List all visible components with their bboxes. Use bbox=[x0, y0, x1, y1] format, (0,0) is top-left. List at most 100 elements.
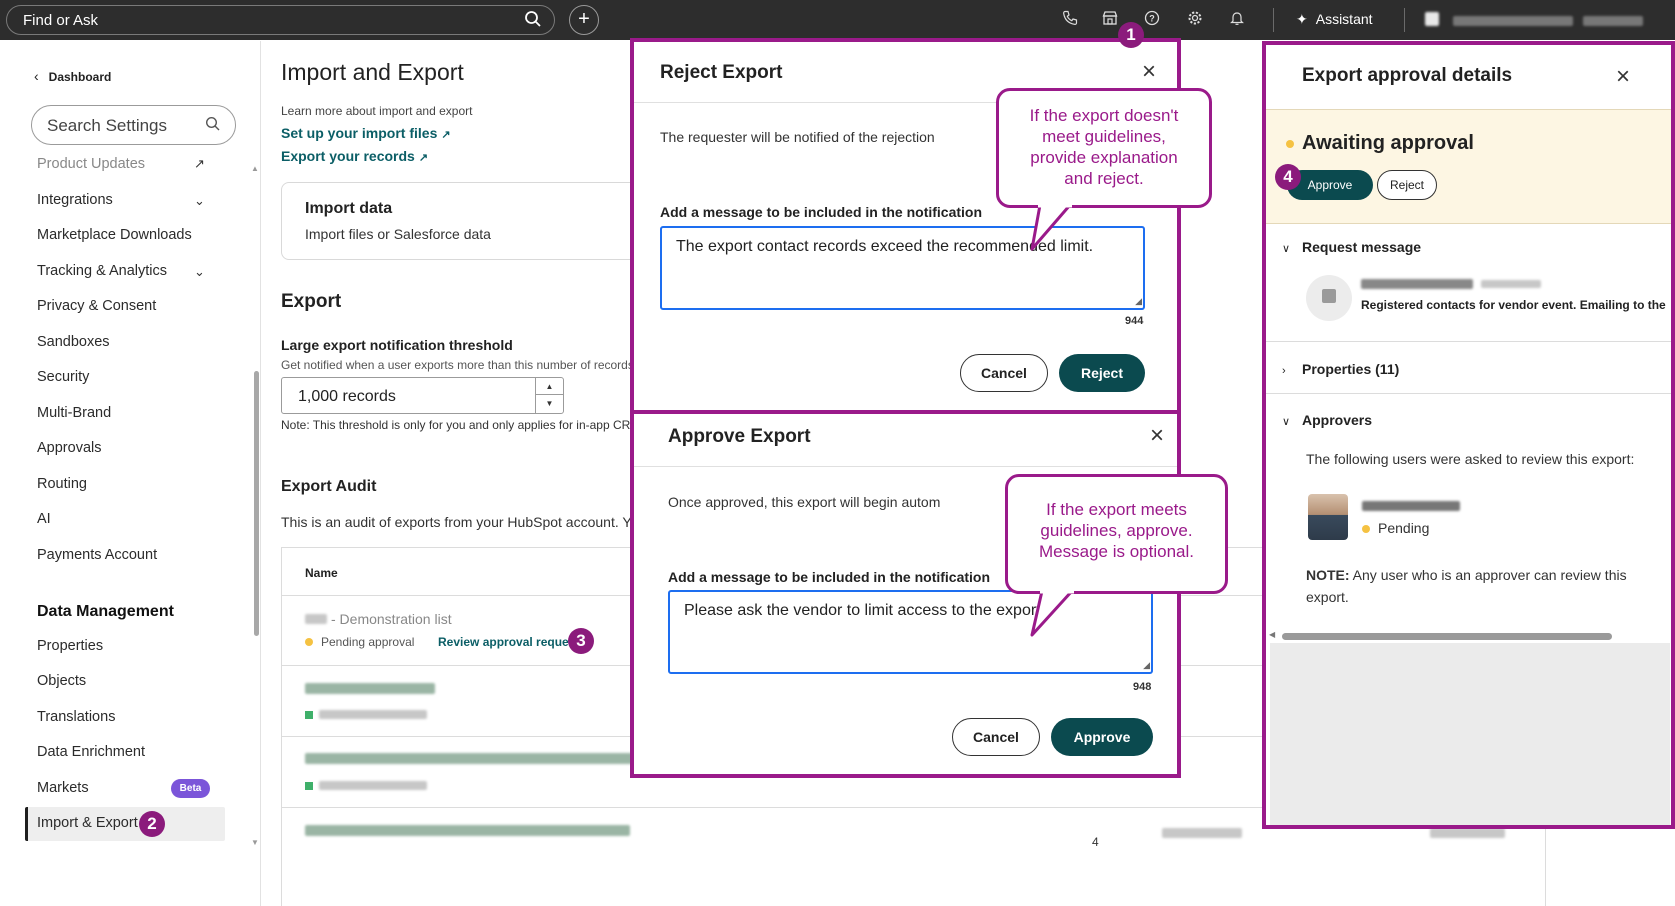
step-badge-2: 2 bbox=[139, 811, 165, 837]
export-records-link[interactable]: Export your records ↗ bbox=[281, 148, 428, 164]
topbar-divider bbox=[1404, 8, 1405, 32]
export-audit-description: This is an audit of exports from your Hu… bbox=[281, 514, 646, 530]
export-records-label: Export your records bbox=[281, 148, 415, 164]
sidebar-item-import-export[interactable]: Import & Export bbox=[37, 815, 138, 831]
sidebar-item-payments-account[interactable]: Payments Account bbox=[37, 547, 157, 563]
chevron-down-icon: ∨ bbox=[1282, 243, 1291, 255]
bell-icon[interactable] bbox=[1227, 10, 1247, 30]
reject-button[interactable]: Reject bbox=[1377, 170, 1437, 200]
settings-nav-list: Product Updates ↗ Integrations ⌄ Marketp… bbox=[6, 151, 246, 906]
sidebar-item-ai[interactable]: AI bbox=[37, 511, 51, 527]
help-icon[interactable]: ? bbox=[1142, 10, 1162, 30]
sidebar-item-objects[interactable]: Objects bbox=[37, 673, 86, 689]
settings-search-placeholder: Search Settings bbox=[47, 116, 168, 135]
threshold-help: Get notified when a user exports more th… bbox=[281, 358, 634, 372]
settings-search-input[interactable]: Search Settings bbox=[31, 105, 236, 145]
sidebar-section-data-management: Data Management bbox=[37, 603, 174, 620]
status-dot bbox=[1362, 525, 1370, 533]
create-new-button[interactable]: + bbox=[569, 5, 599, 35]
step-badge-3: 3 bbox=[568, 628, 594, 654]
reject-confirm-button[interactable]: Reject bbox=[1059, 354, 1145, 392]
sidebar-item-translations[interactable]: Translations bbox=[37, 709, 115, 725]
approve-confirm-button[interactable]: Approve bbox=[1051, 718, 1153, 756]
phone-icon[interactable] bbox=[1060, 10, 1080, 30]
threshold-stepper[interactable]: ▲ ▼ bbox=[535, 378, 563, 413]
close-icon[interactable]: × bbox=[1142, 60, 1156, 84]
assistant-button[interactable]: ✦ Assistant bbox=[1296, 11, 1373, 28]
topbar-divider bbox=[1273, 8, 1274, 32]
sidebar-scrollbar[interactable] bbox=[254, 371, 259, 636]
approve-message-textarea[interactable]: Please ask the vendor to limit access to… bbox=[668, 590, 1153, 674]
sidebar-item-approvals[interactable]: Approvals bbox=[37, 440, 101, 456]
reject-cancel-button[interactable]: Cancel bbox=[960, 354, 1048, 392]
modal-divider bbox=[634, 466, 1177, 467]
reject-guidance-callout: If the export doesn't meet guidelines, p… bbox=[996, 88, 1212, 208]
column-header-name[interactable]: Name bbox=[305, 566, 338, 580]
horizontal-scrollbar[interactable] bbox=[1282, 633, 1612, 640]
approve-modal-title: Approve Export bbox=[668, 426, 811, 447]
sidebar-item-integrations[interactable]: Integrations bbox=[37, 192, 113, 208]
beta-badge: Beta bbox=[171, 779, 210, 798]
chevron-down-icon[interactable]: ⌄ bbox=[194, 264, 205, 280]
account-avatar bbox=[1425, 12, 1439, 26]
request-message-label: Request message bbox=[1302, 239, 1422, 255]
external-link-icon: ↗ bbox=[441, 129, 451, 141]
scroll-down-arrow[interactable]: ▼ bbox=[251, 838, 259, 847]
redacted-approver-name bbox=[1362, 501, 1460, 511]
threshold-input[interactable]: 1,000 records ▲ ▼ bbox=[281, 377, 564, 414]
properties-accordion[interactable]: › Properties (11) bbox=[1282, 361, 1399, 377]
sidebar-item-security[interactable]: Security bbox=[37, 369, 89, 385]
approve-guidance-callout: If the export meets guidelines, approve.… bbox=[1005, 474, 1228, 594]
approvers-accordion[interactable]: ∨ Approvers bbox=[1282, 412, 1372, 428]
approver-status-text: Pending bbox=[1378, 520, 1430, 536]
records-count: 4 bbox=[1092, 835, 1099, 849]
close-icon[interactable]: × bbox=[1616, 63, 1630, 91]
plus-icon: + bbox=[578, 8, 590, 30]
redacted-text bbox=[319, 781, 427, 790]
settings-icon[interactable] bbox=[1185, 10, 1205, 30]
sidebar-item-product-updates[interactable]: Product Updates bbox=[37, 156, 145, 172]
close-icon[interactable]: × bbox=[1150, 424, 1164, 448]
resize-handle-icon[interactable]: ◢ bbox=[1135, 296, 1142, 307]
threshold-value: 1,000 records bbox=[298, 388, 396, 405]
sidebar-item-multi-brand[interactable]: Multi-Brand bbox=[37, 405, 111, 421]
assistant-label: Assistant bbox=[1315, 11, 1373, 27]
resize-handle-icon[interactable]: ◢ bbox=[1143, 660, 1150, 671]
sidebar-item-privacy-consent[interactable]: Privacy & Consent bbox=[37, 298, 156, 314]
scroll-left-arrow[interactable]: ◀ bbox=[1269, 630, 1275, 639]
review-approval-request-link[interactable]: Review approval request bbox=[438, 635, 579, 649]
chevron-down-icon[interactable]: ▼ bbox=[536, 395, 563, 412]
import-card-title: Import data bbox=[305, 200, 393, 217]
learn-more-text: Learn more about import and export bbox=[281, 104, 473, 118]
sidebar-item-properties[interactable]: Properties bbox=[37, 638, 103, 654]
reject-char-count: 944 bbox=[1125, 315, 1144, 327]
chevron-up-icon[interactable]: ▲ bbox=[536, 378, 563, 395]
sidebar-item-sandboxes[interactable]: Sandboxes bbox=[37, 334, 110, 350]
redacted-text bbox=[1162, 828, 1242, 838]
search-icon[interactable] bbox=[524, 10, 542, 32]
panel-overlay-area bbox=[1270, 643, 1670, 825]
sidebar-item-routing[interactable]: Routing bbox=[37, 476, 87, 492]
back-to-dashboard-link[interactable]: ‹ Dashboard bbox=[34, 68, 111, 84]
approve-cancel-button[interactable]: Cancel bbox=[952, 718, 1040, 756]
account-menu[interactable] bbox=[1425, 12, 1675, 28]
redacted-date bbox=[1481, 280, 1541, 288]
step-badge-1: 1 bbox=[1118, 22, 1144, 48]
chevron-down-icon[interactable]: ⌄ bbox=[194, 193, 205, 209]
status-square bbox=[305, 782, 313, 791]
sidebar-item-marketplace-downloads[interactable]: Marketplace Downloads bbox=[37, 227, 192, 243]
scroll-up-arrow[interactable]: ▲ bbox=[251, 164, 259, 173]
status-dot bbox=[305, 638, 313, 646]
sidebar-item-tracking-analytics[interactable]: Tracking & Analytics bbox=[37, 263, 167, 279]
setup-import-files-link[interactable]: Set up your import files ↗ bbox=[281, 125, 451, 141]
svg-text:?: ? bbox=[1149, 14, 1155, 24]
sidebar-item-data-enrichment[interactable]: Data Enrichment bbox=[37, 744, 145, 760]
approver-status: Pending bbox=[1362, 520, 1429, 536]
marketplace-icon[interactable] bbox=[1100, 10, 1120, 30]
request-message-accordion[interactable]: ∨ Request message bbox=[1282, 239, 1421, 255]
global-search-input[interactable]: Find or Ask bbox=[6, 5, 555, 35]
sidebar-item-markets[interactable]: Markets bbox=[37, 780, 89, 796]
redacted-text bbox=[319, 710, 427, 719]
reject-message-label: Add a message to be included in the noti… bbox=[660, 204, 983, 220]
external-link-icon: ↗ bbox=[418, 152, 429, 164]
